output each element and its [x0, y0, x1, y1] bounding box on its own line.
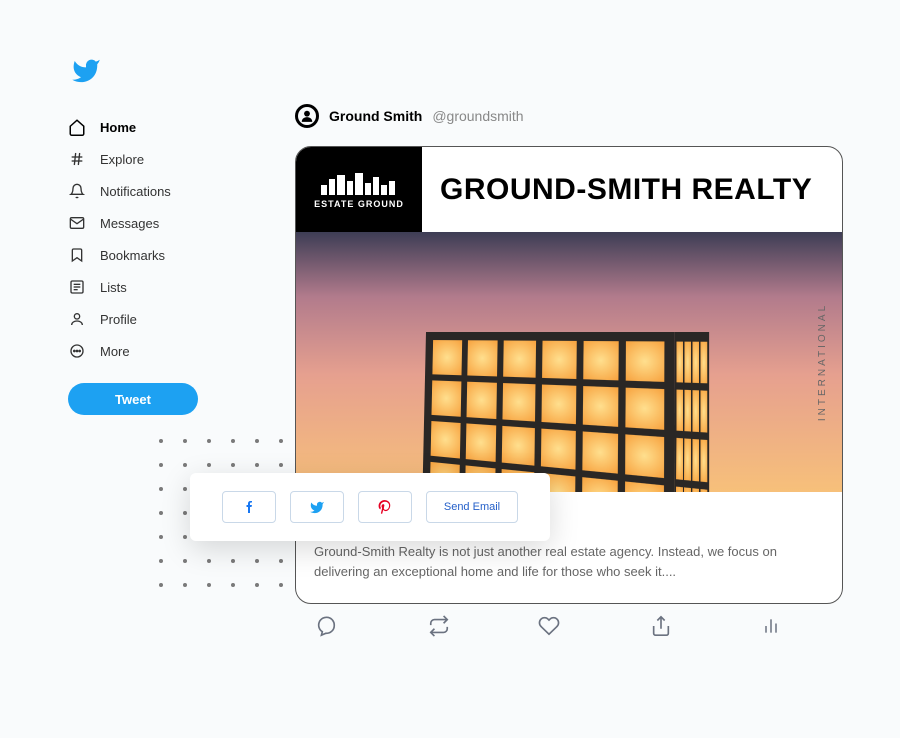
share-pinterest-button[interactable] [358, 491, 412, 523]
author-name[interactable]: Ground Smith [329, 108, 422, 124]
share-facebook-button[interactable] [222, 491, 276, 523]
sidebar-item-notifications[interactable]: Notifications [68, 175, 218, 207]
twitter-icon [308, 500, 326, 515]
pinterest-icon [378, 498, 392, 516]
share-bar: Send Email [190, 473, 550, 541]
sidebar-item-more[interactable]: More [68, 335, 218, 367]
avatar[interactable] [295, 104, 319, 128]
sidebar-item-label: Bookmarks [100, 248, 165, 263]
user-icon [68, 310, 86, 328]
list-icon [68, 278, 86, 296]
analytics-button[interactable] [761, 615, 785, 639]
tweet-header: Ground Smith @groundsmith [295, 104, 850, 128]
heart-icon [538, 615, 560, 637]
sidebar-item-profile[interactable]: Profile [68, 303, 218, 335]
sidebar-item-label: Messages [100, 216, 159, 231]
share-twitter-button[interactable] [290, 491, 344, 523]
sidebar-item-messages[interactable]: Messages [68, 207, 218, 239]
like-button[interactable] [538, 615, 562, 639]
retweet-icon [427, 615, 451, 637]
bell-icon [68, 182, 86, 200]
share-email-button[interactable]: Send Email [426, 491, 518, 523]
analytics-icon [761, 615, 781, 637]
sidebar-nav: Home Explore Notifications Messages Book… [68, 111, 218, 415]
sidebar-item-label: Home [100, 120, 136, 135]
brand-logo-box: ESTATE GROUND [296, 147, 422, 232]
sidebar-item-label: Notifications [100, 184, 171, 199]
skyline-icon [319, 171, 399, 195]
author-handle[interactable]: @groundsmith [432, 108, 523, 124]
tweet-actions [305, 615, 795, 639]
sidebar-item-label: Explore [100, 152, 144, 167]
sidebar-item-label: More [100, 344, 130, 359]
bookmark-icon [68, 246, 86, 264]
share-button[interactable] [650, 615, 674, 639]
more-icon [68, 342, 86, 360]
retweet-button[interactable] [427, 615, 451, 639]
brand-subtitle: ESTATE GROUND [314, 199, 404, 209]
reply-icon [315, 615, 337, 637]
card-hero-image: INTERNATIONAL [296, 232, 842, 492]
reply-button[interactable] [315, 615, 339, 639]
sidebar-item-home[interactable]: Home [68, 111, 218, 143]
share-icon [650, 615, 672, 637]
sidebar-item-label: Lists [100, 280, 127, 295]
card-headline: GROUND-SMITH REALTY [422, 147, 842, 232]
hash-icon [68, 150, 86, 168]
sidebar-item-label: Profile [100, 312, 137, 327]
sidebar-item-lists[interactable]: Lists [68, 271, 218, 303]
compose-tweet-button[interactable]: Tweet [68, 383, 198, 415]
home-icon [68, 118, 86, 136]
facebook-icon [243, 497, 255, 517]
sidebar-item-bookmarks[interactable]: Bookmarks [68, 239, 218, 271]
twitter-logo-icon [68, 56, 848, 91]
sidebar-item-explore[interactable]: Explore [68, 143, 218, 175]
card-side-label: INTERNATIONAL [817, 303, 828, 421]
mail-icon [68, 214, 86, 232]
